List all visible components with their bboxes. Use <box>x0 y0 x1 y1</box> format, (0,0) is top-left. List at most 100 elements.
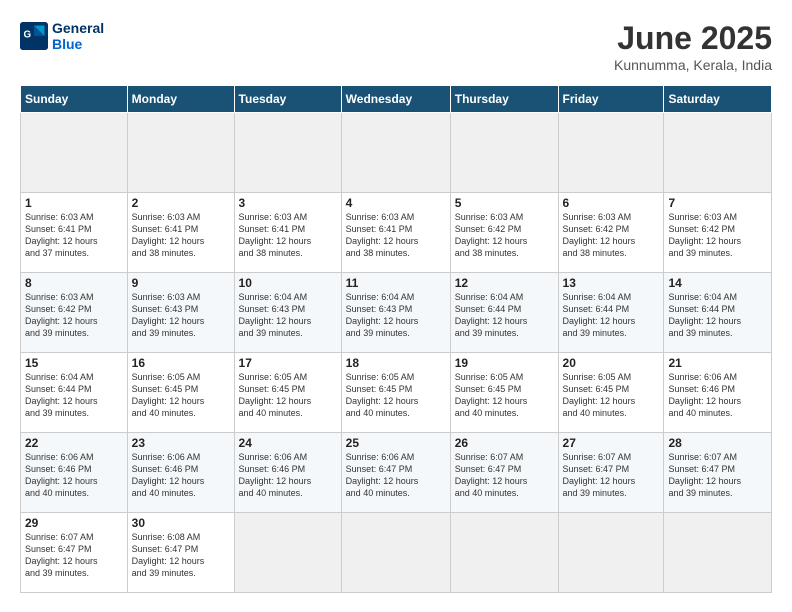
day-info: Sunrise: 6:04 AM Sunset: 6:43 PM Dayligh… <box>239 291 337 340</box>
day-number: 9 <box>132 276 230 290</box>
day-number: 28 <box>668 436 767 450</box>
day-info: Sunrise: 6:04 AM Sunset: 6:44 PM Dayligh… <box>455 291 554 340</box>
day-number: 30 <box>132 516 230 530</box>
day-number: 29 <box>25 516 123 530</box>
calendar-cell: 30Sunrise: 6:08 AM Sunset: 6:47 PM Dayli… <box>127 513 234 593</box>
day-info: Sunrise: 6:06 AM Sunset: 6:46 PM Dayligh… <box>25 451 123 500</box>
day-info: Sunrise: 6:08 AM Sunset: 6:47 PM Dayligh… <box>132 531 230 580</box>
day-number: 11 <box>346 276 446 290</box>
calendar-cell: 13Sunrise: 6:04 AM Sunset: 6:44 PM Dayli… <box>558 273 664 353</box>
day-info: Sunrise: 6:03 AM Sunset: 6:42 PM Dayligh… <box>25 291 123 340</box>
day-info: Sunrise: 6:03 AM Sunset: 6:41 PM Dayligh… <box>239 211 337 260</box>
calendar-cell: 18Sunrise: 6:05 AM Sunset: 6:45 PM Dayli… <box>341 353 450 433</box>
calendar-cell: 7Sunrise: 6:03 AM Sunset: 6:42 PM Daylig… <box>664 193 772 273</box>
day-number: 7 <box>668 196 767 210</box>
day-info: Sunrise: 6:05 AM Sunset: 6:45 PM Dayligh… <box>346 371 446 420</box>
calendar-cell <box>450 113 558 193</box>
logo-text: General Blue <box>52 20 104 52</box>
calendar-week-row: 22Sunrise: 6:06 AM Sunset: 6:46 PM Dayli… <box>21 433 772 513</box>
day-number: 6 <box>563 196 660 210</box>
day-info: Sunrise: 6:03 AM Sunset: 6:42 PM Dayligh… <box>668 211 767 260</box>
calendar-cell: 5Sunrise: 6:03 AM Sunset: 6:42 PM Daylig… <box>450 193 558 273</box>
day-info: Sunrise: 6:03 AM Sunset: 6:41 PM Dayligh… <box>132 211 230 260</box>
day-info: Sunrise: 6:03 AM Sunset: 6:42 PM Dayligh… <box>455 211 554 260</box>
day-number: 21 <box>668 356 767 370</box>
month-title: June 2025 <box>614 20 772 57</box>
day-number: 22 <box>25 436 123 450</box>
day-info: Sunrise: 6:07 AM Sunset: 6:47 PM Dayligh… <box>25 531 123 580</box>
day-info: Sunrise: 6:05 AM Sunset: 6:45 PM Dayligh… <box>563 371 660 420</box>
header: G General Blue June 2025 Kunnumma, Keral… <box>20 20 772 73</box>
day-number: 16 <box>132 356 230 370</box>
calendar-cell <box>664 513 772 593</box>
calendar-week-row: 29Sunrise: 6:07 AM Sunset: 6:47 PM Dayli… <box>21 513 772 593</box>
calendar-cell: 16Sunrise: 6:05 AM Sunset: 6:45 PM Dayli… <box>127 353 234 433</box>
day-number: 3 <box>239 196 337 210</box>
svg-text:G: G <box>24 29 32 40</box>
calendar-cell: 29Sunrise: 6:07 AM Sunset: 6:47 PM Dayli… <box>21 513 128 593</box>
page: G General Blue June 2025 Kunnumma, Keral… <box>0 0 792 612</box>
day-info: Sunrise: 6:03 AM Sunset: 6:42 PM Dayligh… <box>563 211 660 260</box>
calendar-cell: 10Sunrise: 6:04 AM Sunset: 6:43 PM Dayli… <box>234 273 341 353</box>
day-number: 27 <box>563 436 660 450</box>
calendar-header-row: SundayMondayTuesdayWednesdayThursdayFrid… <box>21 86 772 113</box>
calendar-week-row: 1Sunrise: 6:03 AM Sunset: 6:41 PM Daylig… <box>21 193 772 273</box>
day-number: 17 <box>239 356 337 370</box>
calendar-cell: 25Sunrise: 6:06 AM Sunset: 6:47 PM Dayli… <box>341 433 450 513</box>
calendar-day-header: Thursday <box>450 86 558 113</box>
day-number: 14 <box>668 276 767 290</box>
day-info: Sunrise: 6:06 AM Sunset: 6:46 PM Dayligh… <box>239 451 337 500</box>
calendar-cell: 9Sunrise: 6:03 AM Sunset: 6:43 PM Daylig… <box>127 273 234 353</box>
calendar-cell <box>234 113 341 193</box>
calendar-cell <box>558 513 664 593</box>
calendar-cell <box>341 113 450 193</box>
calendar-cell: 4Sunrise: 6:03 AM Sunset: 6:41 PM Daylig… <box>341 193 450 273</box>
calendar-cell: 3Sunrise: 6:03 AM Sunset: 6:41 PM Daylig… <box>234 193 341 273</box>
title-section: June 2025 Kunnumma, Kerala, India <box>614 20 772 73</box>
day-info: Sunrise: 6:04 AM Sunset: 6:44 PM Dayligh… <box>563 291 660 340</box>
logo: G General Blue <box>20 20 104 52</box>
calendar-day-header: Tuesday <box>234 86 341 113</box>
calendar-cell: 21Sunrise: 6:06 AM Sunset: 6:46 PM Dayli… <box>664 353 772 433</box>
day-info: Sunrise: 6:07 AM Sunset: 6:47 PM Dayligh… <box>668 451 767 500</box>
day-info: Sunrise: 6:06 AM Sunset: 6:47 PM Dayligh… <box>346 451 446 500</box>
calendar-cell: 23Sunrise: 6:06 AM Sunset: 6:46 PM Dayli… <box>127 433 234 513</box>
day-number: 26 <box>455 436 554 450</box>
day-info: Sunrise: 6:03 AM Sunset: 6:41 PM Dayligh… <box>346 211 446 260</box>
day-number: 5 <box>455 196 554 210</box>
calendar-cell: 1Sunrise: 6:03 AM Sunset: 6:41 PM Daylig… <box>21 193 128 273</box>
calendar-day-header: Friday <box>558 86 664 113</box>
day-info: Sunrise: 6:04 AM Sunset: 6:43 PM Dayligh… <box>346 291 446 340</box>
calendar-week-row: 8Sunrise: 6:03 AM Sunset: 6:42 PM Daylig… <box>21 273 772 353</box>
day-number: 15 <box>25 356 123 370</box>
day-number: 12 <box>455 276 554 290</box>
day-number: 20 <box>563 356 660 370</box>
calendar-cell: 14Sunrise: 6:04 AM Sunset: 6:44 PM Dayli… <box>664 273 772 353</box>
calendar-cell: 22Sunrise: 6:06 AM Sunset: 6:46 PM Dayli… <box>21 433 128 513</box>
day-number: 19 <box>455 356 554 370</box>
day-info: Sunrise: 6:07 AM Sunset: 6:47 PM Dayligh… <box>563 451 660 500</box>
day-number: 1 <box>25 196 123 210</box>
calendar-cell: 6Sunrise: 6:03 AM Sunset: 6:42 PM Daylig… <box>558 193 664 273</box>
day-number: 25 <box>346 436 446 450</box>
day-number: 24 <box>239 436 337 450</box>
calendar-cell <box>21 113 128 193</box>
calendar-cell <box>234 513 341 593</box>
calendar-day-header: Saturday <box>664 86 772 113</box>
day-number: 8 <box>25 276 123 290</box>
calendar-week-row: 15Sunrise: 6:04 AM Sunset: 6:44 PM Dayli… <box>21 353 772 433</box>
calendar-cell <box>558 113 664 193</box>
calendar-cell: 15Sunrise: 6:04 AM Sunset: 6:44 PM Dayli… <box>21 353 128 433</box>
calendar-cell: 2Sunrise: 6:03 AM Sunset: 6:41 PM Daylig… <box>127 193 234 273</box>
day-info: Sunrise: 6:05 AM Sunset: 6:45 PM Dayligh… <box>239 371 337 420</box>
calendar-cell: 28Sunrise: 6:07 AM Sunset: 6:47 PM Dayli… <box>664 433 772 513</box>
day-info: Sunrise: 6:05 AM Sunset: 6:45 PM Dayligh… <box>132 371 230 420</box>
day-info: Sunrise: 6:03 AM Sunset: 6:41 PM Dayligh… <box>25 211 123 260</box>
logo-icon: G <box>20 22 48 50</box>
day-info: Sunrise: 6:06 AM Sunset: 6:46 PM Dayligh… <box>132 451 230 500</box>
day-info: Sunrise: 6:06 AM Sunset: 6:46 PM Dayligh… <box>668 371 767 420</box>
calendar-cell: 24Sunrise: 6:06 AM Sunset: 6:46 PM Dayli… <box>234 433 341 513</box>
day-number: 10 <box>239 276 337 290</box>
day-number: 18 <box>346 356 446 370</box>
calendar-cell <box>450 513 558 593</box>
